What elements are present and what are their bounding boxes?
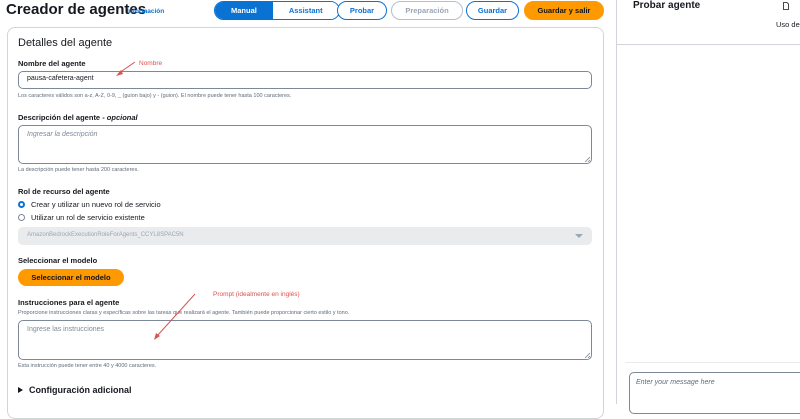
test-agent-title: Probar agente <box>633 0 701 11</box>
document-icon[interactable] <box>783 2 789 10</box>
usage-text: Uso de <box>776 20 800 29</box>
divider <box>625 362 800 363</box>
test-agent-header: Probar agente Uso de <box>617 0 800 45</box>
arrow-to-name-icon <box>116 61 136 76</box>
message-input[interactable]: Enter your message here <box>629 372 800 414</box>
prompt-annotation: Prompt (idealmente en inglés) <box>213 291 300 298</box>
arrow-to-instructions-icon <box>154 293 196 340</box>
name-annotation: Nombre <box>139 60 163 67</box>
test-agent-pane: Probar agente Uso de Enter your message … <box>616 0 800 414</box>
message-placeholder: Enter your message here <box>636 379 715 386</box>
annotation-arrows <box>116 61 196 340</box>
